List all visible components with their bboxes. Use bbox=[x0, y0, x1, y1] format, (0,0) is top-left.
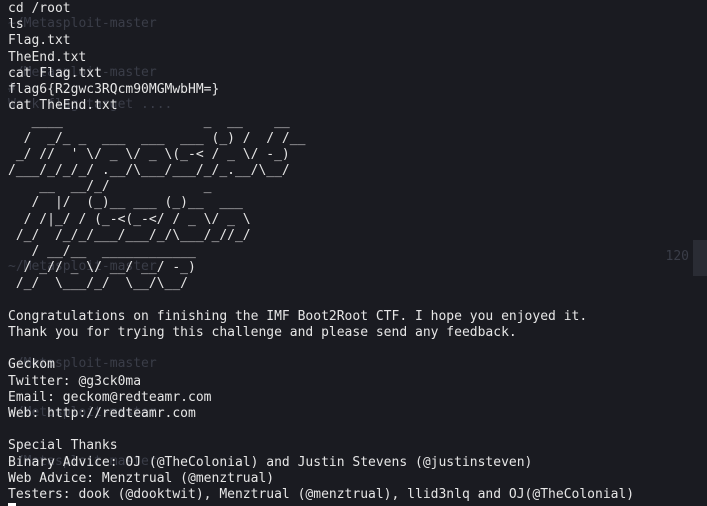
background-ghost-line-number: 120 bbox=[665, 249, 689, 264]
background-scroll-marker bbox=[693, 240, 707, 276]
terminal-window[interactable]: ~/Metasploit-master ~/Metasploit-master … bbox=[0, 0, 707, 506]
terminal-output-text: cd /root ls Flag.txt TheEnd.txt cat Flag… bbox=[8, 1, 635, 503]
terminal-output: cd /root ls Flag.txt TheEnd.txt cat Flag… bbox=[0, 1, 634, 506]
